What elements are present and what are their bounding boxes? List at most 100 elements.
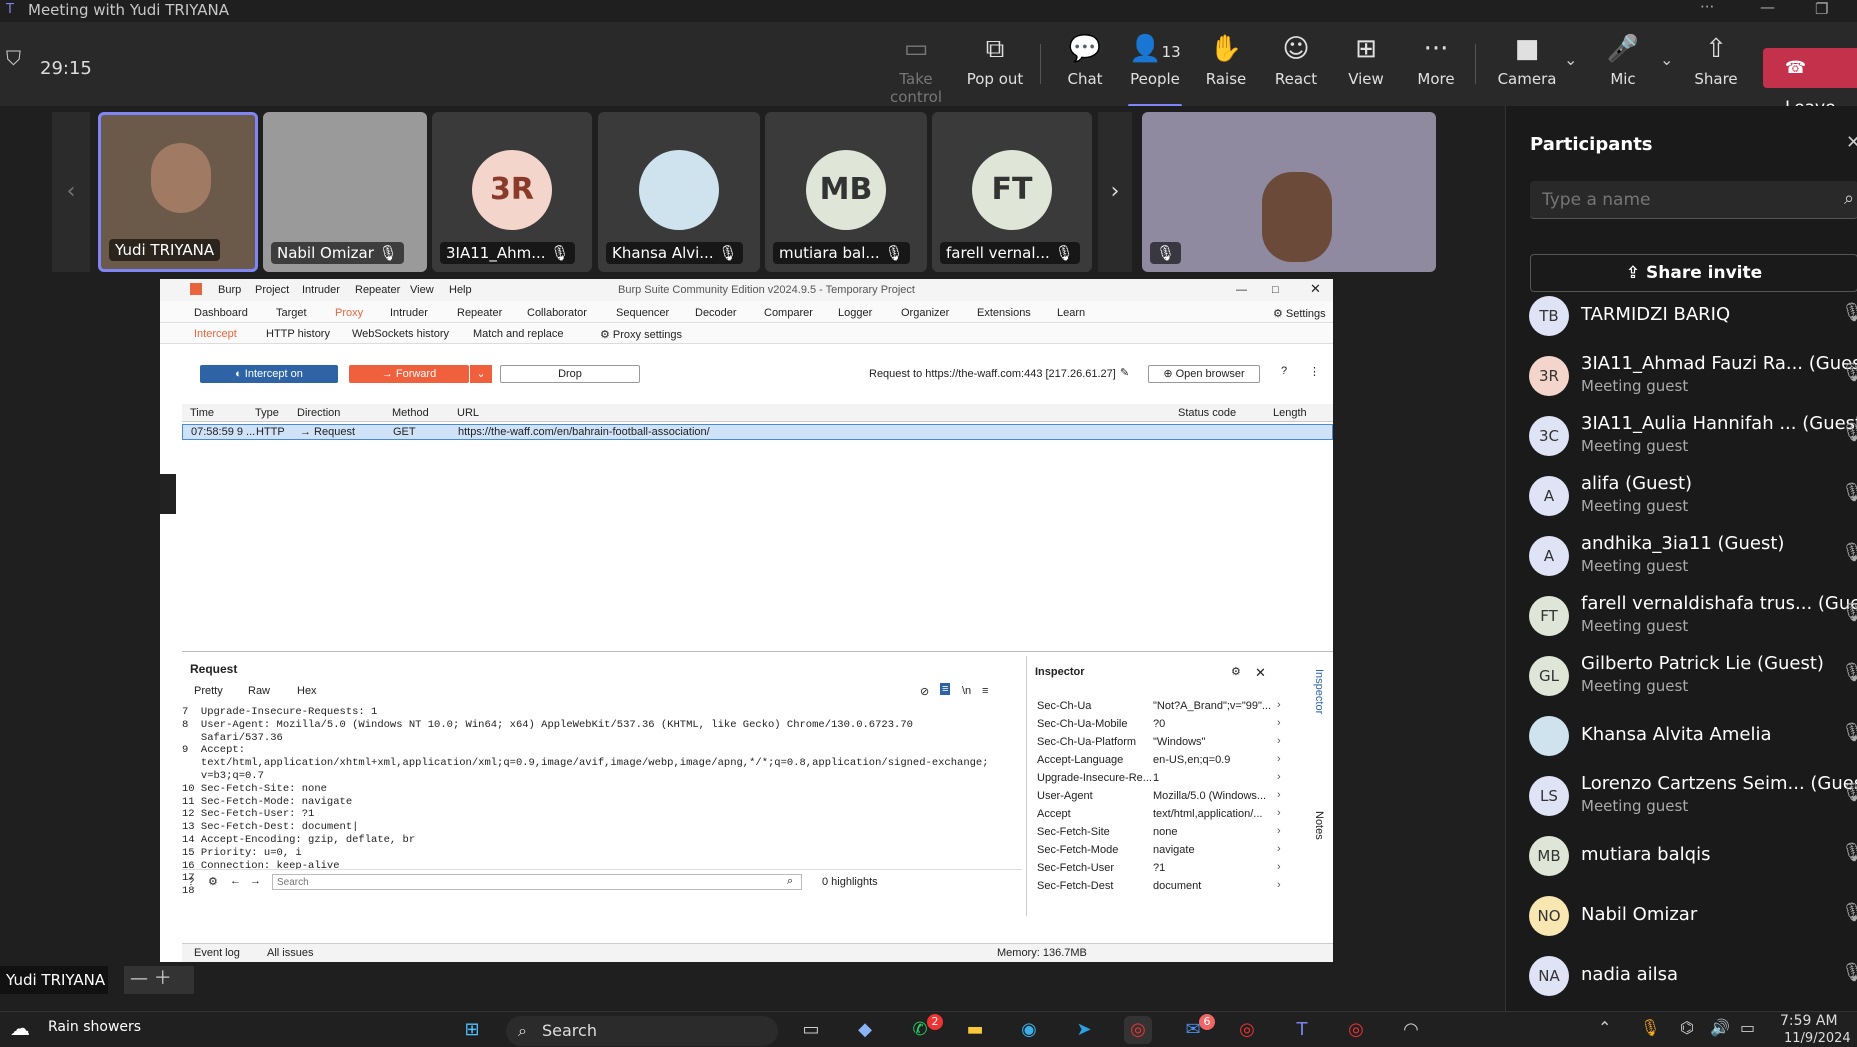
tab-proxy[interactable]: Proxy: [335, 307, 363, 319]
chevron-up-icon[interactable]: ⌃: [1598, 1018, 1611, 1037]
folder-icon[interactable]: ▬: [961, 1016, 989, 1044]
menu-intruder[interactable]: Intruder: [302, 284, 340, 296]
tab-raw[interactable]: Raw: [248, 685, 270, 697]
tab-decoder[interactable]: Decoder: [695, 307, 737, 319]
inspector-row[interactable]: Sec-Fetch-Mode navigate ›: [1037, 841, 1281, 861]
participant-item[interactable]: NO Nabil Omizar 🎙: [1529, 890, 1857, 942]
copilot-icon[interactable]: ◆: [851, 1016, 879, 1044]
more-button[interactable]: ··· More: [1403, 32, 1469, 98]
chat-button[interactable]: 💬 Chat: [1052, 32, 1118, 98]
kebab-icon[interactable]: ⋮: [1309, 365, 1320, 378]
inspector-row[interactable]: Sec-Fetch-User ?1 ›: [1037, 859, 1281, 879]
share-invite-button[interactable]: ⇪ Share invite: [1530, 254, 1857, 292]
chevron-down-icon[interactable]: ⌄: [1660, 50, 1673, 69]
col-direction[interactable]: Direction: [297, 407, 340, 419]
open-browser-button[interactable]: ⊕ Open browser: [1148, 365, 1260, 383]
inspector-row[interactable]: Sec-Ch-Ua "Not?A_Brand";v="99"... ›: [1037, 697, 1281, 717]
tab-intruder[interactable]: Intruder: [390, 307, 428, 319]
participant-item[interactable]: LS Lorenzo Cartzens Seim... (Guest) Meetin…: [1529, 770, 1857, 822]
more-icon[interactable]: ···: [1700, 0, 1714, 16]
inspector-row[interactable]: User-Agent Mozilla/5.0 (Windows... ›: [1037, 787, 1281, 807]
forward-dropdown-icon[interactable]: ⌄: [470, 365, 492, 383]
side-tab-notes[interactable]: Notes: [1313, 811, 1325, 840]
tab-learn[interactable]: Learn: [1057, 307, 1085, 319]
share-button[interactable]: ⇧ Share: [1683, 32, 1749, 98]
hide-icon[interactable]: ⊘: [920, 685, 929, 698]
take-control-button[interactable]: ▭ Take control: [876, 32, 956, 106]
event-log-button[interactable]: Event log: [194, 947, 240, 959]
col-method[interactable]: Method: [392, 407, 429, 419]
next-arrow-icon[interactable]: ›: [1098, 112, 1132, 272]
mic-icon[interactable]: 🎙: [1640, 1018, 1660, 1037]
tab-logger[interactable]: Logger: [838, 307, 872, 319]
teams-icon[interactable]: T: [1288, 1016, 1316, 1044]
participant-search-input[interactable]: [1530, 181, 1857, 219]
all-issues-button[interactable]: All issues: [267, 947, 313, 959]
zoom-controls[interactable]: — ＋: [124, 966, 194, 994]
participant-item[interactable]: NA nadia ailsa 🎙: [1529, 950, 1857, 1002]
clock-date[interactable]: 11/9/2024: [1784, 1031, 1851, 1046]
tab-extensions[interactable]: Extensions: [977, 307, 1031, 319]
gear-icon[interactable]: ⚙: [1231, 665, 1241, 678]
pencil-icon[interactable]: ✎: [1120, 366, 1129, 379]
inspector-row[interactable]: Accept text/html,application/... ›: [1037, 805, 1281, 825]
video-tile[interactable]: Nabil Omizar 🎙: [263, 112, 427, 272]
people-button[interactable]: 👤13 People: [1122, 32, 1188, 107]
video-tile[interactable]: FT farell vernal... 🎙: [932, 112, 1092, 272]
tab-hex[interactable]: Hex: [297, 685, 317, 697]
telegram-icon[interactable]: ➤: [1070, 1016, 1098, 1044]
video-tile[interactable]: 3R 3IA11_Ahm... 🎙: [432, 112, 592, 272]
participant-item[interactable]: Khansa Alvita Amelia 🎙: [1529, 710, 1857, 762]
participant-item[interactable]: 3R 3IA11_Ahmad Fauzi Ra... (Guest) Meeting…: [1529, 350, 1857, 402]
chrome-icon[interactable]: ◎: [1124, 1016, 1152, 1044]
chevron-down-icon[interactable]: ⌄: [1564, 50, 1577, 69]
menu-repeater[interactable]: Repeater: [355, 284, 400, 296]
raise-hand-button[interactable]: ✋ Raise: [1193, 32, 1259, 98]
menu-view[interactable]: View: [410, 284, 434, 296]
clock-time[interactable]: 7:59 AM: [1780, 1013, 1838, 1029]
prev-arrow-icon[interactable]: ‹: [52, 112, 90, 272]
tab-target[interactable]: Target: [276, 307, 307, 319]
leave-button[interactable]: ☎ Leave: [1763, 48, 1857, 118]
wrap-icon[interactable]: ≡: [940, 683, 951, 695]
participant-item[interactable]: Aalifa (Guest) Meeting guest 🎙: [1529, 470, 1857, 522]
volume-icon[interactable]: 🔊: [1710, 1018, 1730, 1037]
close-icon[interactable]: ✕: [1310, 281, 1321, 297]
task-view-icon[interactable]: ▭: [797, 1016, 825, 1044]
close-icon[interactable]: ✕: [1255, 665, 1266, 681]
react-button[interactable]: ☺ React: [1263, 32, 1329, 98]
tab-collaborator[interactable]: Collaborator: [527, 307, 587, 319]
video-tile[interactable]: Khansa Alvi... 🎙: [598, 112, 760, 272]
tab-comparer[interactable]: Comparer: [764, 307, 813, 319]
close-icon[interactable]: ✕: [1846, 132, 1857, 153]
inspector-row[interactable]: Accept-Language en-US,en;q=0.9 ›: [1037, 751, 1281, 771]
drop-button[interactable]: Drop: [500, 365, 640, 383]
col-type[interactable]: Type: [255, 407, 279, 419]
inspector-row[interactable]: Sec-Ch-Ua-Mobile ?0 ›: [1037, 715, 1281, 735]
battery-icon[interactable]: ▭: [1740, 1018, 1755, 1037]
taskbar-search[interactable]: ⌕ Search: [506, 1016, 778, 1046]
gear-icon[interactable]: ⚙: [208, 875, 218, 888]
participant-item[interactable]: Aandhika_3ia11 (Guest) Meeting guest 🎙: [1529, 530, 1857, 582]
menu-burp[interactable]: Burp: [218, 284, 241, 296]
participant-item[interactable]: 3C 3IA11_Aulia Hannifah ... (Guest) Meetin…: [1529, 410, 1857, 462]
forward-arrow-icon[interactable]: →: [250, 875, 261, 887]
intercept-toggle-button[interactable]: ◐ Intercept on: [200, 365, 338, 383]
minimize-icon[interactable]: —: [1760, 0, 1775, 16]
maximize-icon[interactable]: □: [1272, 284, 1279, 296]
participant-item[interactable]: FT farell vernaldishafa trus... (Guest) Me…: [1529, 590, 1857, 642]
col-status[interactable]: Status code: [1178, 407, 1236, 419]
video-tile[interactable]: MB mutiara bal... 🎙: [765, 112, 927, 272]
windows-start-icon[interactable]: ⊞: [458, 1016, 486, 1044]
video-tile[interactable]: Yudi TRIYANA: [98, 112, 258, 272]
search-input[interactable]: [272, 874, 802, 890]
mic-button[interactable]: 🎤 Mic: [1590, 32, 1656, 98]
subtab-http-history[interactable]: HTTP history: [266, 328, 330, 340]
network-app-icon[interactable]: ◠: [1397, 1016, 1425, 1044]
tab-organizer[interactable]: Organizer: [901, 307, 949, 319]
inspector-row[interactable]: Upgrade-Insecure-Re... 1 ›: [1037, 769, 1281, 789]
side-tab-inspector[interactable]: Inspector: [1313, 669, 1325, 714]
edge-icon[interactable]: ◉: [1015, 1016, 1043, 1044]
col-url[interactable]: URL: [457, 407, 479, 419]
participant-item[interactable]: MB mutiara balqis 🎙: [1529, 830, 1857, 882]
